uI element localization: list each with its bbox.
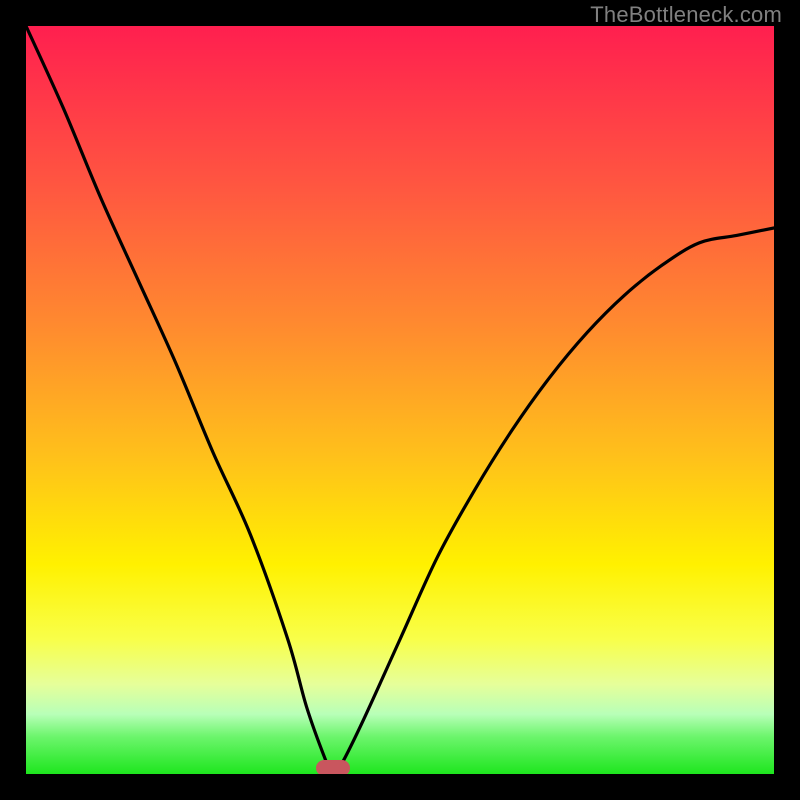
watermark-text: TheBottleneck.com — [590, 2, 782, 28]
chart-stage: TheBottleneck.com — [0, 0, 800, 800]
frame-border-right — [774, 0, 800, 800]
frame-border-left — [0, 0, 26, 800]
gradient-plot-area — [26, 26, 774, 774]
frame-border-bottom — [0, 774, 800, 800]
